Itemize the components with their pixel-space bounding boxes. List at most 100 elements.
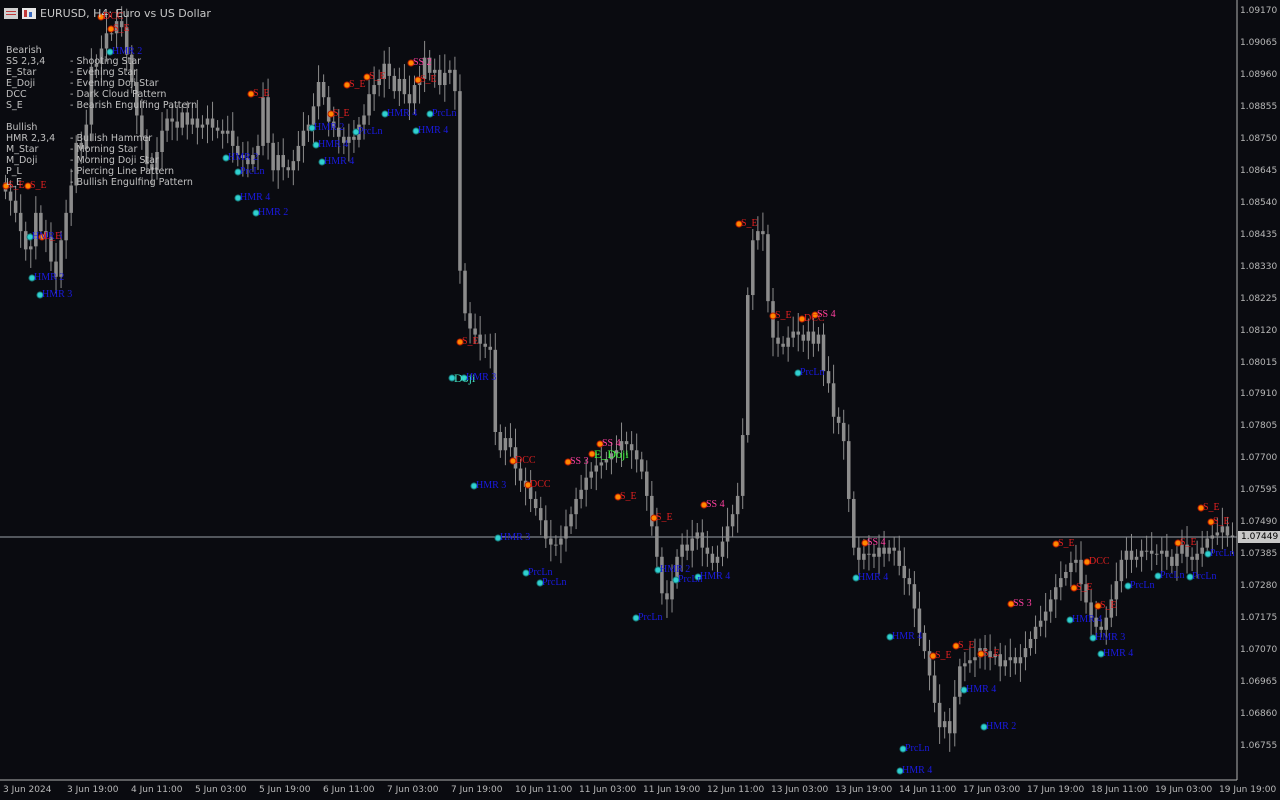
candle-body [650, 495, 654, 527]
candle-body [271, 142, 275, 171]
candle-body [1144, 550, 1149, 552]
candle-body [705, 547, 710, 554]
candle-body [867, 553, 871, 555]
candle-body [776, 337, 780, 344]
price-tick-label: 1.08540 [1240, 197, 1278, 208]
candle-body [362, 115, 366, 125]
price-tick-label: 1.07280 [1240, 581, 1278, 592]
candle-body [281, 155, 285, 168]
pattern-label: HMR 2 [228, 152, 259, 163]
date-tick-label: 7 Jun 19:00 [451, 785, 503, 795]
candle-body [877, 547, 881, 557]
price-tick-label: 1.07805 [1240, 421, 1278, 432]
candle-body [397, 78, 402, 92]
candle-body [655, 526, 659, 557]
chart-type-icon[interactable] [22, 7, 36, 19]
candle-body [205, 118, 210, 125]
candle-body [690, 538, 694, 551]
candle-body [1225, 526, 1230, 536]
candle-body [478, 334, 482, 344]
price-tick-label: 1.08435 [1240, 229, 1278, 240]
candle-body [215, 127, 220, 131]
pattern-label: S_E [8, 180, 25, 191]
legend-row: HMR 2,3,4 - Bullish Hammer [6, 133, 197, 144]
candle-body [720, 541, 725, 557]
candle-body [594, 465, 599, 472]
candle-body [882, 547, 886, 554]
candle-body [973, 657, 977, 661]
candle-body [695, 532, 700, 539]
candle-body [1038, 620, 1043, 627]
candle-body [645, 471, 649, 496]
candle-body [367, 94, 371, 116]
candle-body [670, 581, 674, 600]
pattern-label: S_E [462, 336, 479, 347]
candle-body [700, 532, 705, 548]
pattern-label: HMR 4 [318, 139, 349, 150]
price-tick-label: 1.06860 [1240, 709, 1278, 720]
legend-code: E_Doji [6, 78, 36, 89]
candle-body [463, 270, 467, 314]
candle-body [725, 526, 730, 542]
date-tick-label: 18 Jun 11:00 [1091, 785, 1149, 795]
candle-body [634, 450, 639, 460]
candle-body [29, 246, 33, 250]
candle-body [1033, 626, 1038, 639]
legend-desc: - Bullish Hammer [70, 133, 153, 144]
candle-body [549, 538, 553, 545]
candle-body [947, 721, 952, 734]
pattern-label: S_E [1180, 537, 1197, 548]
candle-body [291, 161, 296, 171]
chart-grid-icon[interactable] [4, 7, 18, 19]
pattern-label: HMR 4 [892, 631, 923, 642]
date-tick-label: 13 Jun 19:00 [835, 785, 893, 795]
candle-body [493, 349, 498, 432]
candle-body [907, 578, 912, 585]
candle-body [261, 97, 265, 146]
candle-body [639, 459, 644, 472]
date-tick-label: 3 Jun 19:00 [67, 785, 119, 795]
candle-body [1119, 559, 1124, 582]
candle-body [1053, 587, 1058, 600]
price-tick-label: 1.06965 [1240, 677, 1278, 688]
date-tick-label: 5 Jun 19:00 [259, 785, 311, 795]
candle-body [39, 212, 43, 232]
candle-body [968, 660, 972, 664]
price-tick-label: 1.08960 [1240, 69, 1278, 80]
candle-body [503, 438, 508, 451]
candle-body [1134, 556, 1139, 560]
candle-body [1139, 550, 1144, 557]
pattern-label: SS 3 [1013, 598, 1032, 609]
candle-body [710, 553, 715, 563]
candle-body [8, 191, 13, 201]
candle-body [680, 544, 684, 557]
pattern-label: SS 4 [867, 537, 886, 548]
legend-bullish-title: Bullish [6, 122, 38, 133]
pattern-label: L_E [44, 231, 62, 242]
candle-body [579, 489, 583, 499]
candle-body [468, 313, 472, 329]
candle-body [745, 295, 750, 436]
pattern-label: HMR 3 [500, 532, 531, 543]
pattern-label: DCC [1089, 556, 1110, 567]
pattern-label: HMR 4 [966, 684, 997, 695]
candle-body [200, 124, 205, 128]
candle-body [756, 231, 760, 241]
pattern-label: HMR 2 [34, 272, 65, 283]
candle-body [660, 556, 664, 594]
pattern-label: S_E [741, 218, 758, 229]
candle-body [286, 167, 291, 171]
legend-code: SS 2,3,4 [6, 56, 46, 67]
candle-body [483, 343, 487, 347]
candle-body [831, 383, 836, 417]
legend-desc: - Evening Star [70, 67, 138, 78]
candle-body [1059, 578, 1063, 588]
candle-body [1129, 550, 1134, 560]
legend-desc: - Shooting Star [70, 56, 142, 67]
candle-body [665, 593, 669, 600]
candle-body [296, 145, 301, 162]
candle-body [1190, 556, 1194, 560]
price-tick-label: 1.07070 [1240, 645, 1278, 656]
candle-body [392, 75, 397, 92]
legend-row: SS 2,3,4 - Shooting Star [6, 56, 197, 67]
